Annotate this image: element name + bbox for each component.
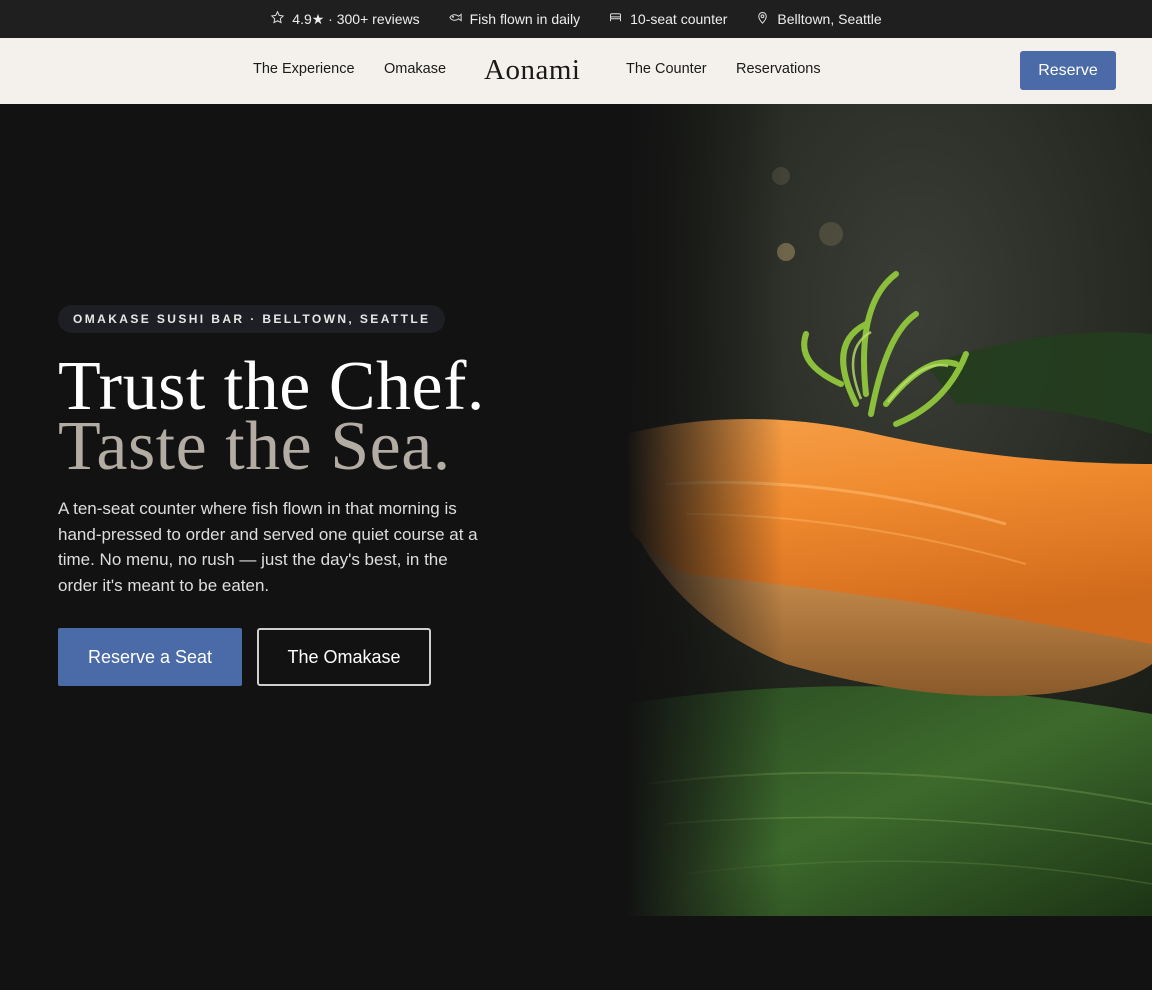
rating-item: 4.9★ · 300+ reviews [270, 10, 420, 28]
fish-icon [448, 10, 463, 28]
fish-text: Fish flown in daily [469, 11, 581, 27]
location-item: Belltown, Seattle [755, 10, 882, 28]
hero-badge: OMAKASE SUSHI BAR · BELLTOWN, SEATTLE [58, 305, 446, 333]
info-bar: 4.9★ · 300+ reviews Fish flown in daily … [0, 0, 1152, 38]
fish-item: Fish flown in daily [448, 10, 581, 28]
seats-text: 10-seat counter [630, 11, 728, 27]
nav-reserve-button[interactable]: Reserve [1020, 51, 1116, 90]
nav-link-reservations[interactable]: Reservations [736, 61, 821, 77]
star-icon [270, 10, 285, 28]
rating-text: 4.9★ · 300+ reviews [292, 10, 420, 27]
omakase-button[interactable]: The Omakase [257, 628, 431, 686]
hero-section: OMAKASE SUSHI BAR · BELLTOWN, SEATTLE Tr… [0, 104, 1152, 916]
nav-link-omakase[interactable]: Omakase [384, 61, 446, 77]
nav-link-counter[interactable]: The Counter [626, 61, 707, 77]
hero-headline-secondary: Taste the Sea. [58, 408, 451, 485]
location-text: Belltown, Seattle [777, 11, 882, 27]
location-pin-icon [755, 10, 770, 28]
nav-link-experience[interactable]: The Experience [253, 61, 355, 77]
seat-icon [608, 10, 623, 28]
reserve-seat-button[interactable]: Reserve a Seat [58, 628, 242, 686]
hero-description: A ten-seat counter where fish flown in t… [58, 499, 478, 596]
seats-item: 10-seat counter [608, 10, 727, 28]
hero-sushi-image [626, 104, 1152, 916]
site-logo[interactable]: Aonami [484, 54, 580, 87]
main-nav: The Experience Omakase Aonami The Counte… [0, 38, 1152, 104]
